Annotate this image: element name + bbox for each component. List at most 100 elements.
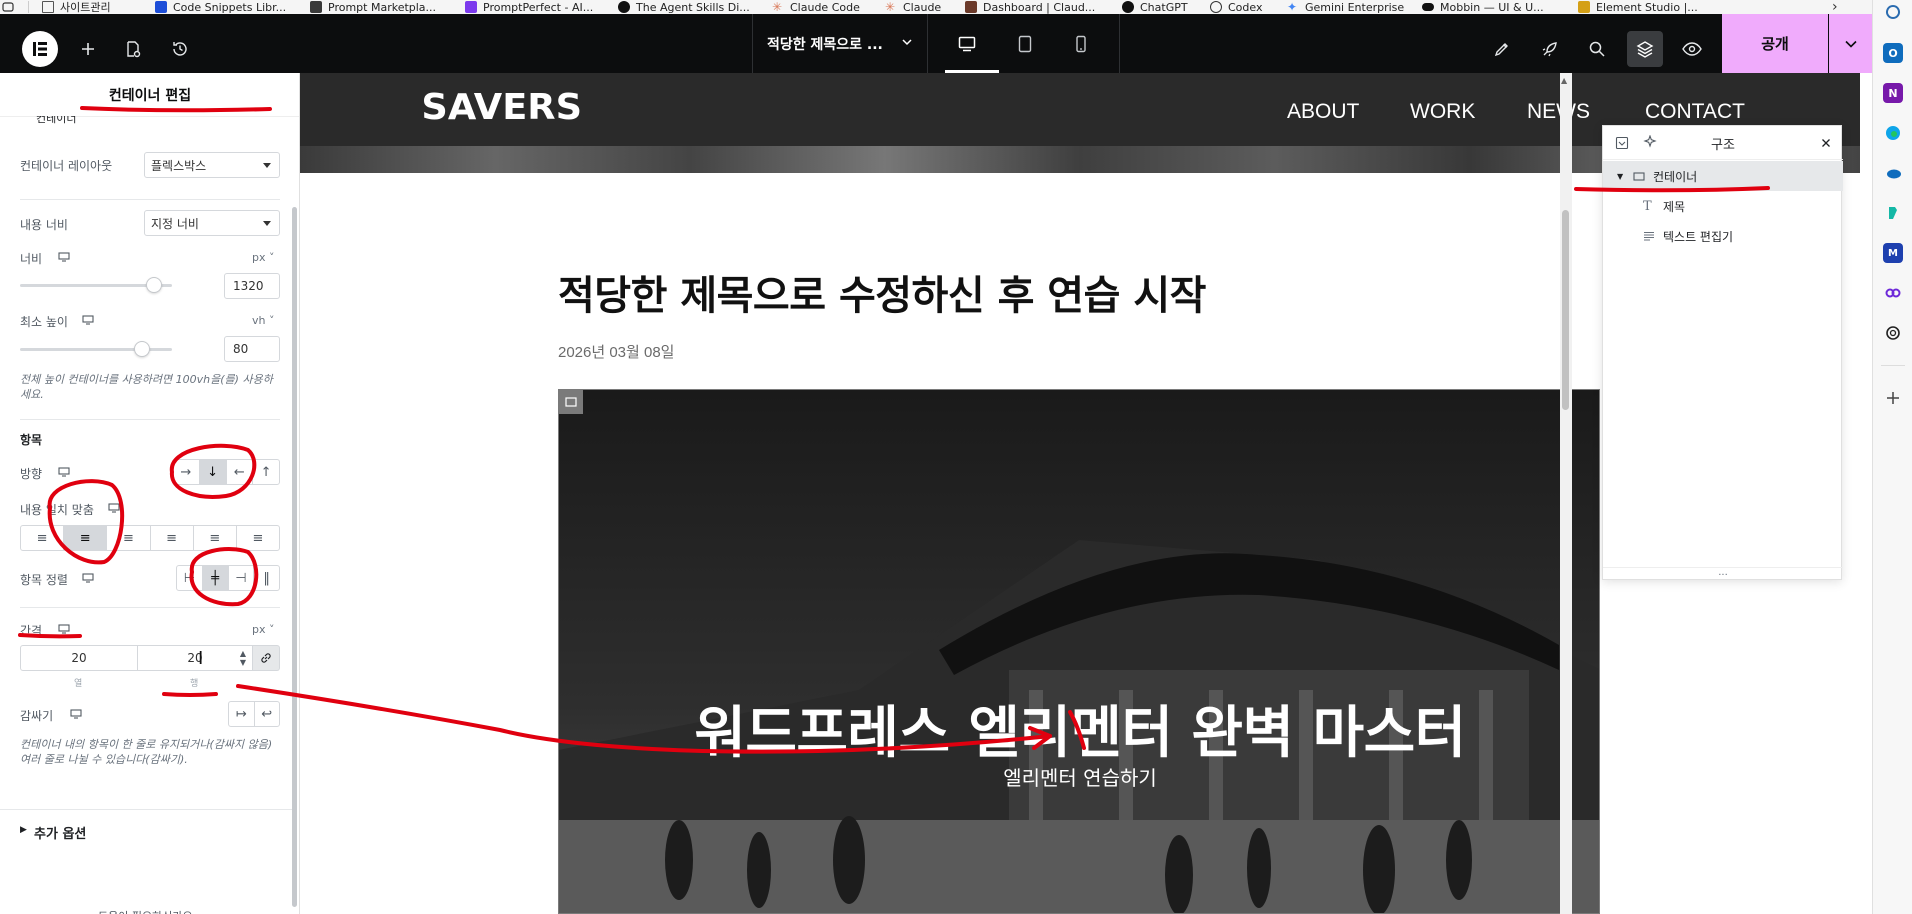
app-icon[interactable]: M [1883,243,1903,263]
desktop-icon[interactable] [58,252,70,262]
align-start-icon[interactable]: ⊢ [177,566,203,590]
elementor-logo-icon[interactable] [22,31,58,67]
hero-subtitle[interactable]: 엘리멘터 연습하기 [559,762,1599,791]
edge-icon[interactable] [1883,123,1903,143]
layout-select[interactable]: 플렉스박스 [144,152,280,178]
nav-contact[interactable]: CONTACT [1645,100,1745,124]
bookmark-menu-icon[interactable] [2,0,14,14]
align-center-icon[interactable]: ╪ [202,566,229,590]
arrow-right-icon[interactable]: → [173,460,200,484]
designer-icon[interactable] [1883,203,1903,223]
document-title-dropdown[interactable]: 적당한 제목으로 ... [752,14,928,73]
desktop-icon[interactable] [82,315,94,325]
bookmark-item[interactable]: 사이트관리 [42,0,111,14]
desktop-icon[interactable] [70,709,82,719]
bookmark-item[interactable]: Codex [1210,0,1262,14]
justify-end-icon[interactable]: ≡ [107,526,151,550]
close-icon[interactable] [1821,138,1831,148]
justify-space-between-icon[interactable]: ≡ [151,526,194,550]
arrow-up-icon[interactable]: ↑ [253,460,279,484]
bookmark-item[interactable]: ✳ Claude [885,0,941,14]
chatgpt-icon[interactable] [1883,323,1903,343]
ai-rocket-icon[interactable] [1532,31,1568,67]
bookmark-item[interactable]: Element Studio |... [1578,0,1698,14]
no-wrap-icon[interactable]: ↦ [229,702,255,726]
preview-eye-icon[interactable] [1674,31,1710,67]
history-icon[interactable] [162,31,198,67]
bookmark-item[interactable]: Code Snippets Libr... [155,0,286,14]
structure-resize-handle[interactable]: ... [1603,567,1843,581]
bookmark-item[interactable]: Prompt Marketpla... [310,0,436,14]
caret-right-icon[interactable]: ▶ [20,825,27,835]
copilot-agent-icon[interactable] [1883,283,1903,303]
outlook-icon[interactable]: O [1883,43,1903,63]
publish-options-button[interactable] [1829,14,1872,73]
width-unit-select[interactable]: px ˅ [252,251,275,264]
mobile-icon[interactable] [1056,26,1106,62]
structure-item-container[interactable]: ▼ 컨테이너 [1603,161,1843,191]
add-element-icon[interactable] [70,31,106,67]
desktop-icon[interactable] [58,624,70,634]
nav-about[interactable]: ABOUT [1287,100,1359,124]
gap-row-input[interactable]: 20 ▲ ▼ [137,645,253,671]
bookmark-item[interactable]: Dashboard | Claud... [965,0,1095,14]
align-end-icon[interactable]: ⊣ [229,566,255,590]
bookmark-item[interactable]: PromptPerfect - AI... [465,0,593,14]
site-logo[interactable]: SAVERS [421,87,582,128]
width-slider-handle[interactable] [145,277,162,293]
onenote-icon[interactable]: N [1883,83,1903,103]
bookmark-item[interactable]: ✳ Claude Code [772,0,860,14]
tablet-icon[interactable] [1000,26,1050,62]
justify-center-icon[interactable]: ≡ [64,526,108,550]
panel-scrollbar[interactable] [292,207,297,907]
desktop-icon[interactable] [82,573,94,583]
wrap-icon[interactable]: ↩ [255,702,280,726]
container-handle-icon[interactable] [559,390,583,414]
spin-arrows-icon[interactable]: ▲ ▼ [240,649,246,667]
add-icon[interactable] [1883,388,1903,408]
min-height-unit-select[interactable]: vh ˅ [252,314,274,327]
scroll-up-icon[interactable]: ▲ [1561,76,1567,85]
bookmark-item[interactable]: Mobbin — UI & U... [1422,0,1544,14]
onedrive-icon[interactable] [1883,163,1903,183]
justify-space-around-icon[interactable]: ≡ [194,526,237,550]
link-values-icon[interactable] [253,645,280,671]
width-input[interactable]: 1320 [224,273,280,299]
arrow-down-icon[interactable]: ↓ [199,460,227,484]
search-icon[interactable] [1579,31,1615,67]
justify-start-icon[interactable]: ≡ [21,526,65,550]
min-height-slider-handle[interactable] [133,341,150,357]
bookmark-item[interactable]: ✦ Gemini Enterprise [1287,0,1404,14]
desktop-icon[interactable] [108,503,120,513]
canvas-scrollbar-thumb[interactable] [1562,210,1569,410]
structure-item-text-editor[interactable]: 텍스트 편집기 [1603,221,1843,251]
gap-column-input[interactable]: 20 [20,645,138,671]
hero-heading[interactable]: 워드프레스 엘리멘터 완벽 마스터 [559,688,1599,769]
post-title[interactable]: 적당한 제목으로 수정하신 후 연습 시작 [558,263,1206,321]
more-options-toggle[interactable]: 추가 옵션 [34,823,86,842]
structure-layers-icon[interactable] [1627,31,1663,67]
desktop-icon[interactable] [58,467,70,477]
copilot-icon[interactable] [1883,2,1903,22]
page-settings-icon[interactable] [115,31,151,67]
publish-button[interactable]: 공개 [1722,14,1828,73]
structure-item-heading[interactable]: T 제목 [1603,191,1843,221]
nav-work[interactable]: WORK [1410,100,1475,124]
arrow-left-icon[interactable]: ← [227,460,254,484]
edit-link-icon[interactable] [1484,31,1520,67]
align-stretch-icon[interactable]: ‖ [254,566,279,590]
bookmark-item[interactable]: ChatGPT [1122,0,1188,14]
hero-container[interactable]: 워드프레스 엘리멘터 완벽 마스터 엘리멘터 연습하기 [558,389,1600,914]
gap-unit-select[interactable]: px ˅ [252,623,275,636]
structure-panel: 구조 ▼ 컨테이너 T 제목 텍스트 편집기 ... [1602,125,1843,581]
desktop-icon[interactable] [942,26,992,62]
help-link-partial[interactable]: 도움이 필요하신가요 [98,908,193,914]
canvas-scrollbar[interactable] [1560,73,1572,914]
chevron-right-icon[interactable]: › [1832,0,1838,14]
nav-news[interactable]: NEWS [1527,100,1590,124]
min-height-input[interactable]: 80 [224,336,280,362]
bookmark-item[interactable]: The Agent Skills Di... [618,0,750,14]
justify-space-evenly-icon[interactable]: ≡ [237,526,279,550]
content-width-select[interactable]: 지정 너비 [144,210,280,236]
caret-down-icon[interactable]: ▼ [1617,172,1623,181]
